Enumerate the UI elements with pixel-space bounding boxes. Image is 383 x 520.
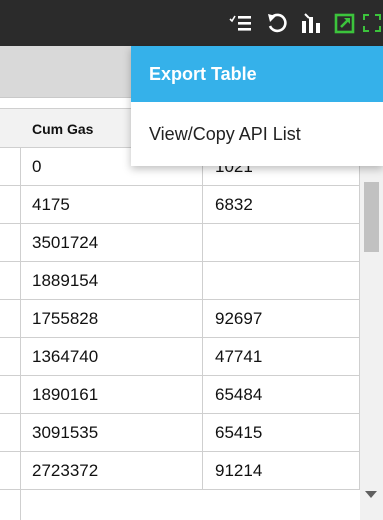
undo-icon[interactable] — [264, 10, 290, 36]
scroll-down-arrow-icon[interactable] — [365, 491, 377, 498]
cell-cum-gas: 1889154 — [20, 262, 203, 300]
cell-cum-gas: 1890161 — [20, 376, 203, 414]
table-row[interactable]: 1889154 — [0, 262, 360, 300]
fullscreen-icon[interactable] — [360, 10, 383, 36]
cell-cum-gas: 4175 — [20, 186, 203, 224]
table-row[interactable]: 3091535 65415 — [0, 414, 360, 452]
vertical-scrollbar[interactable] — [360, 148, 383, 520]
menu-item-view-copy-api-list[interactable]: View/Copy API List — [131, 106, 383, 162]
cell-col-2: 6832 — [203, 186, 360, 224]
cell-col-2: 65484 — [203, 376, 360, 414]
table-row[interactable]: 1364740 47741 — [0, 338, 360, 376]
export-dropdown-menu: Export Table View/Copy API List — [131, 46, 383, 166]
table-row[interactable]: 1755828 92697 — [0, 300, 360, 338]
menu-item-export-table[interactable]: Export Table — [131, 46, 383, 102]
cell-cum-gas: 2723372 — [20, 452, 203, 490]
cell-col-2: 65415 — [203, 414, 360, 452]
toolbar — [0, 0, 383, 46]
cell-cum-gas: 3501724 — [20, 224, 203, 262]
table-row[interactable]: 3501724 — [0, 224, 360, 262]
table-row[interactable]: 4175 6832 — [0, 186, 360, 224]
cell-col-2 — [203, 224, 360, 262]
cell-cum-gas: 1755828 — [20, 300, 203, 338]
cell-col-2: 92697 — [203, 300, 360, 338]
cell-col-2 — [203, 262, 360, 300]
check-list-icon[interactable] — [228, 10, 254, 36]
table-body: 0 1021 4175 6832 3501724 1889154 1755828 92697 1… — [0, 148, 360, 490]
scrollbar-thumb[interactable] — [364, 182, 379, 252]
export-icon[interactable] — [332, 10, 358, 36]
cell-cum-gas: 1364740 — [20, 338, 203, 376]
bar-chart-icon[interactable] — [298, 10, 324, 36]
cell-cum-gas: 3091535 — [20, 414, 203, 452]
cell-col-2: 47741 — [203, 338, 360, 376]
table-row[interactable]: 2723372 91214 — [0, 452, 360, 490]
table-row[interactable]: 1890161 65484 — [0, 376, 360, 414]
cell-col-2: 91214 — [203, 452, 360, 490]
